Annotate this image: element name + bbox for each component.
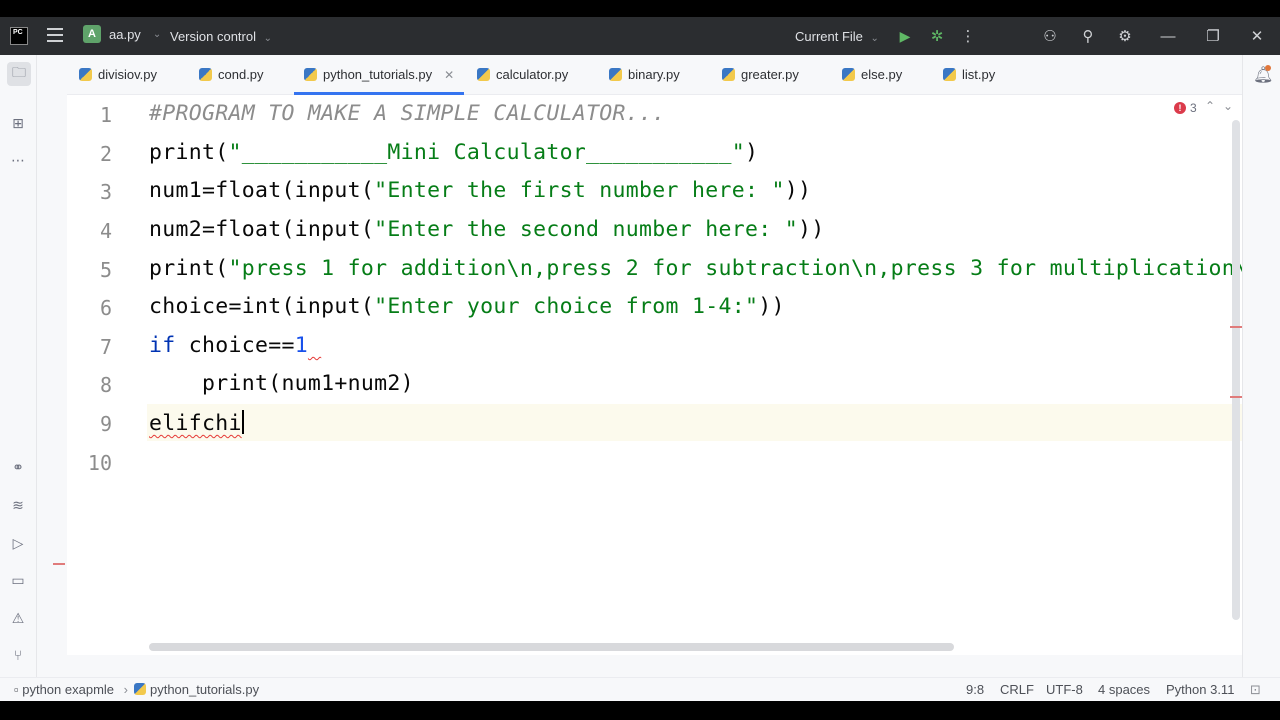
code-editor[interactable]: 1 2 3 4 5 6 7 8 9 10 #PROGRAM TO MAKE A … <box>67 95 1242 655</box>
add-user-icon[interactable]: ⚇ <box>1040 26 1060 46</box>
letterbox-bottom <box>0 701 1280 720</box>
chevron-right-icon: › <box>123 682 128 697</box>
line-number: 5 <box>99 258 112 282</box>
main-menu-icon[interactable] <box>47 28 63 42</box>
code-line-4: num2=float(input("Enter the second numbe… <box>149 217 825 242</box>
code-line-8: print(num1+num2) <box>149 371 414 396</box>
line-number-gutter: 1 2 3 4 5 6 7 8 9 10 <box>67 95 147 655</box>
close-icon[interactable]: ✕ <box>1247 26 1267 46</box>
project-name: aa.py <box>109 26 141 42</box>
horizontal-scrollbar[interactable] <box>149 643 954 651</box>
code-line-3: num1=float(input("Enter the first number… <box>149 178 812 203</box>
python-interpreter[interactable]: Python 3.11 <box>1166 682 1234 697</box>
structure-gutter <box>37 55 67 677</box>
python-file-icon <box>79 68 92 81</box>
breadcrumb[interactable]: ▫ python exapmle › python_tutorials.py <box>14 682 259 697</box>
tab-python-tutorials[interactable]: python_tutorials.py ✕ <box>304 67 454 82</box>
title-bar: PC A aa.py ⌄ Version control ⌄ Current F… <box>0 17 1280 55</box>
breadcrumb-file[interactable]: python_tutorials.py <box>150 682 259 697</box>
tab-else[interactable]: else.py <box>842 67 902 82</box>
tab-greater[interactable]: greater.py <box>722 67 799 82</box>
vertical-scrollbar[interactable] <box>1232 120 1240 620</box>
code-line-2: print("___________Mini Calculator_______… <box>149 140 759 165</box>
line-number: 2 <box>99 142 112 166</box>
project-selector[interactable]: A aa.py ⌄ <box>83 25 161 43</box>
python-file-icon <box>199 68 212 81</box>
code-line-1: #PROGRAM TO MAKE A SIMPLE CALCULATOR... <box>149 101 666 126</box>
terminal-icon[interactable]: ▭ <box>8 570 28 590</box>
editor-tabs: divisiov.py cond.py python_tutorials.py ✕… <box>67 55 1242 95</box>
python-packages-icon[interactable]: ⚭ <box>8 457 28 477</box>
code-line-5: print("press 1 for addition\n,press 2 fo… <box>149 256 1242 281</box>
chevron-down-icon: ⌄ <box>263 33 273 44</box>
python-file-icon <box>722 68 735 81</box>
caret-position[interactable]: 9:8 <box>966 682 984 697</box>
python-file-icon <box>842 68 855 81</box>
layers-icon[interactable]: ≋ <box>8 495 28 515</box>
error-stripe-marker[interactable] <box>1230 396 1242 398</box>
line-number: 4 <box>99 219 112 243</box>
line-separator[interactable]: CRLF <box>1000 682 1034 697</box>
right-tool-strip: 🔔︎ <box>1242 55 1280 677</box>
error-count-badge[interactable]: ! 3 <box>1174 101 1197 115</box>
more-tools-icon[interactable]: ⋯ <box>8 150 28 170</box>
tab-calculator[interactable]: calculator.py <box>477 67 568 82</box>
debug-icon[interactable]: ✲ <box>927 26 947 46</box>
line-number: 6 <box>99 296 112 320</box>
services-run-icon[interactable]: ▷ <box>8 533 28 553</box>
structure-icon[interactable]: ⊞ <box>8 113 28 133</box>
left-tool-strip: 🗀 ⊞ ⋯ ⚭ ≋ ▷ ▭ ⚠ ⑂ <box>0 55 37 677</box>
file-encoding[interactable]: UTF-8 <box>1046 682 1083 697</box>
code-line-6: choice=int(input("Enter your choice from… <box>149 294 785 319</box>
run-config-selector[interactable]: Current File ⌄ <box>795 29 879 44</box>
chevron-down-icon: ⌄ <box>152 28 162 40</box>
code-line-7: if choice==1 <box>149 333 308 358</box>
error-stripe-marker[interactable] <box>1230 326 1242 328</box>
minimize-icon[interactable]: — <box>1158 26 1178 46</box>
version-control-button[interactable]: Version control ⌄ <box>170 29 272 44</box>
close-tab-icon[interactable]: ✕ <box>444 68 454 82</box>
more-actions-icon[interactable]: ⋮ <box>958 26 978 46</box>
status-bar: ▫ python exapmle › python_tutorials.py 9:… <box>0 677 1280 701</box>
line-number: 7 <box>99 335 112 359</box>
restore-icon[interactable]: ❐ <box>1203 26 1223 46</box>
settings-gear-icon[interactable]: ⚙ <box>1115 26 1135 46</box>
error-navigation-arrows[interactable]: ⌃⌄ <box>1205 99 1241 113</box>
code-line-9: elifchi <box>149 410 244 436</box>
git-icon[interactable]: ⑂ <box>8 645 28 665</box>
run-icon[interactable]: ▶ <box>895 26 915 46</box>
search-icon[interactable]: ⚲ <box>1078 26 1098 46</box>
project-badge: A <box>83 25 101 43</box>
tab-list[interactable]: list.py <box>943 67 995 82</box>
project-folder-icon[interactable]: 🗀 <box>7 62 31 86</box>
tab-divisiov[interactable]: divisiov.py <box>79 67 157 82</box>
chevron-down-icon: ⌄ <box>870 33 879 44</box>
line-number: 9 <box>99 412 112 436</box>
version-control-label: Version control <box>170 29 256 44</box>
python-file-icon <box>943 68 956 81</box>
line-number: 8 <box>99 373 112 397</box>
editor-bottom-strip <box>67 655 1242 677</box>
line-number: 10 <box>87 451 112 475</box>
text-caret <box>241 410 244 434</box>
problems-icon[interactable]: ⚠ <box>8 608 28 628</box>
error-marker <box>53 563 65 565</box>
python-file-icon <box>133 683 146 695</box>
error-icon: ! <box>1174 102 1186 114</box>
lock-icon[interactable]: ⊡ <box>1250 682 1261 698</box>
line-number: 3 <box>99 180 112 204</box>
line-number: 1 <box>99 103 112 127</box>
pycharm-logo-icon[interactable]: PC <box>10 27 28 45</box>
breadcrumb-project[interactable]: python exapmle <box>22 682 114 697</box>
python-file-icon <box>304 68 317 81</box>
indent-setting[interactable]: 4 spaces <box>1098 682 1150 697</box>
python-file-icon <box>609 68 622 81</box>
python-file-icon <box>477 68 490 81</box>
notification-dot <box>1265 65 1271 71</box>
tab-cond[interactable]: cond.py <box>199 67 264 82</box>
tab-binary[interactable]: binary.py <box>609 67 680 82</box>
run-config-label: Current File <box>795 29 863 44</box>
